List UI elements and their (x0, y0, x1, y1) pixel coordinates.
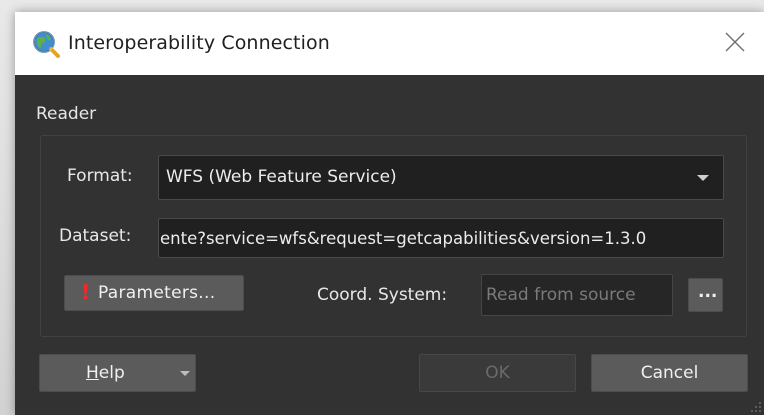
reader-section-label: Reader (36, 104, 97, 124)
cancel-button[interactable]: Cancel (591, 354, 748, 392)
globe-magnifier-icon (33, 31, 60, 58)
resize-grip-icon[interactable] (750, 401, 762, 413)
close-icon[interactable] (723, 30, 747, 54)
ok-button-label: OK (485, 363, 510, 383)
parameters-button[interactable]: ! Parameters... (64, 275, 244, 311)
title-bar[interactable]: Interoperability Connection (15, 12, 764, 75)
coord-system-browse-button[interactable]: ... (688, 278, 723, 312)
exclamation-icon: ! (81, 280, 91, 304)
coord-system-label: Coord. System: (317, 285, 448, 305)
help-button-label: Help (86, 363, 125, 383)
ok-button[interactable]: OK (419, 354, 576, 392)
interoperability-dialog: Interoperability Connection Reader Forma… (15, 12, 764, 415)
coord-system-input[interactable] (481, 274, 673, 316)
format-label: Format: (67, 166, 133, 186)
chevron-down-icon[interactable] (697, 175, 709, 181)
browse-button-label: ... (698, 282, 718, 302)
cancel-button-label: Cancel (640, 363, 699, 383)
chevron-down-icon[interactable] (180, 371, 190, 376)
dataset-label: Dataset: (59, 226, 132, 246)
window-title: Interoperability Connection (68, 32, 330, 54)
parameters-button-label: Parameters... (98, 283, 216, 303)
dataset-input[interactable] (158, 218, 724, 258)
format-selected-value: WFS (Web Feature Service) (166, 167, 397, 187)
help-button[interactable]: Help (39, 354, 196, 392)
format-select[interactable]: WFS (Web Feature Service) (158, 155, 724, 200)
